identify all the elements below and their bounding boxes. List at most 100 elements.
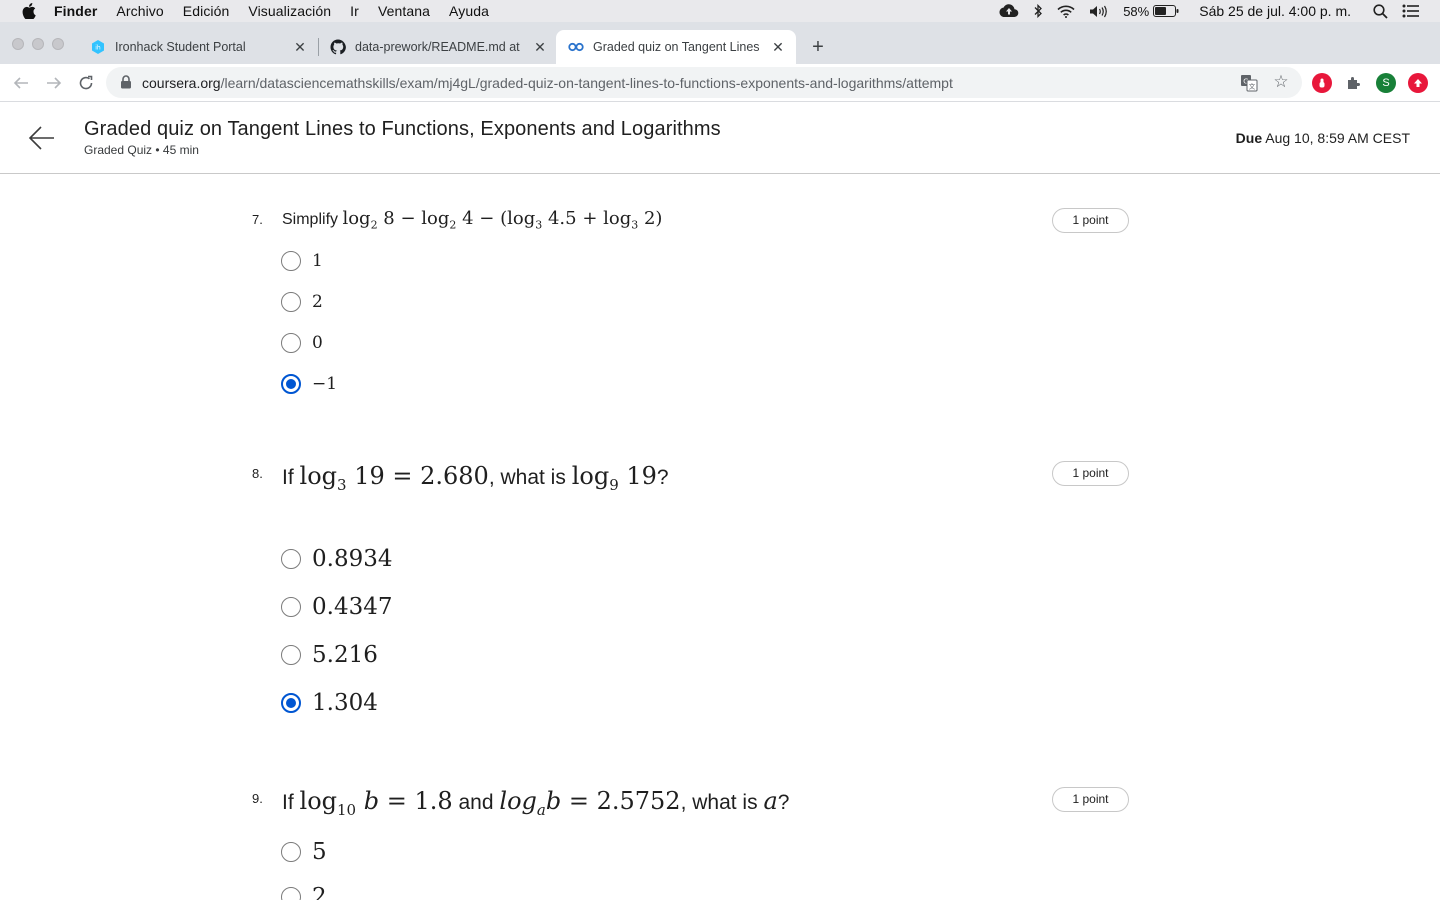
forward-nav-icon[interactable] — [44, 73, 64, 93]
github-favicon-icon — [330, 39, 346, 55]
close-tab-icon[interactable]: ✕ — [292, 39, 308, 55]
option-label: 0.8934 — [312, 546, 393, 572]
question-suffix: ? — [656, 466, 669, 489]
radio-button[interactable] — [281, 597, 301, 617]
due-label: Due — [1235, 130, 1263, 146]
answer-option[interactable]: 2 — [281, 292, 323, 312]
svg-text:ih: ih — [95, 45, 101, 52]
back-arrow-icon[interactable] — [28, 124, 56, 152]
question-text: If log3 19 = 2.680, what is log9 19? — [282, 462, 669, 494]
points-badge: 1 point — [1052, 461, 1129, 486]
radio-button[interactable] — [281, 292, 301, 312]
lock-icon[interactable] — [120, 75, 132, 89]
option-label: 2 — [312, 884, 327, 900]
menu-edicion[interactable]: Edición — [183, 3, 230, 19]
answer-option[interactable]: 0.8934 — [281, 546, 392, 572]
tab-ironhack[interactable]: ih Ironhack Student Portal ✕ — [78, 30, 318, 64]
profile-avatar[interactable]: S — [1376, 73, 1396, 93]
back-nav-icon[interactable] — [11, 73, 31, 93]
quiz-meta: Graded Quiz • 45 min — [84, 143, 199, 157]
question-prefix: If — [282, 466, 300, 489]
answer-option-selected[interactable]: −1 — [281, 374, 337, 394]
battery-icon[interactable] — [1153, 5, 1179, 17]
question-number: 7. — [252, 212, 263, 227]
url-host: coursera.org — [142, 75, 221, 91]
question-math: log3 19 = 2.680 — [299, 462, 489, 494]
question-text: If log10 b = 1.8 and logab = 2.5752, wha… — [282, 787, 789, 819]
question-math: logab = 2.5752 — [499, 787, 681, 819]
clock-datetime[interactable]: Sáb 25 de jul. 4:00 p. m. — [1199, 3, 1351, 19]
answer-option[interactable]: 5.216 — [281, 642, 378, 668]
battery-percent: 58% — [1123, 3, 1150, 19]
tab-coursera-active[interactable]: Graded quiz on Tangent Lines t ✕ — [556, 30, 796, 64]
radio-button[interactable] — [281, 645, 301, 665]
radio-button[interactable] — [281, 887, 301, 900]
translate-icon[interactable]: G文 — [1240, 74, 1258, 92]
menu-app-name[interactable]: Finder — [54, 3, 97, 19]
volume-icon[interactable] — [1089, 5, 1109, 18]
extensions-puzzle-icon[interactable] — [1344, 73, 1364, 93]
apple-menu-icon[interactable] — [20, 2, 38, 20]
wifi-icon[interactable] — [1057, 5, 1075, 18]
radio-button-selected[interactable] — [281, 374, 301, 394]
question-prefix: If — [282, 791, 300, 814]
radio-button[interactable] — [281, 549, 301, 569]
menu-ayuda[interactable]: Ayuda — [449, 3, 489, 19]
tab-title: data-prework/README.md at m — [355, 40, 523, 54]
answer-option[interactable]: 0 — [281, 333, 323, 353]
menu-ir[interactable]: Ir — [350, 3, 359, 19]
browser-toolbar: coursera.org/learn/datasciencemathskills… — [0, 64, 1440, 102]
question-mid: and — [452, 791, 500, 814]
question-number: 8. — [252, 466, 263, 481]
option-label: 5.216 — [312, 642, 378, 668]
option-label: 5 — [312, 839, 327, 865]
answer-option[interactable]: 1 — [281, 251, 323, 271]
points-badge: 1 point — [1052, 208, 1129, 233]
quiz-header: Graded quiz on Tangent Lines to Function… — [0, 102, 1440, 174]
close-tab-icon[interactable]: ✕ — [532, 39, 548, 55]
answer-option-selected[interactable]: 1.304 — [281, 690, 378, 716]
option-label: 0 — [312, 333, 323, 353]
menu-ventana[interactable]: Ventana — [378, 3, 430, 19]
question-number: 9. — [252, 791, 263, 806]
radio-button[interactable] — [281, 333, 301, 353]
page-title: Graded quiz on Tangent Lines to Function… — [84, 118, 721, 140]
question-math: log10 b = 1.8 — [299, 787, 453, 819]
question-mid2: , what is — [680, 791, 764, 814]
question-suffix: ? — [777, 791, 790, 814]
question-mid: , what is — [488, 466, 572, 489]
points-badge: 1 point — [1052, 787, 1129, 812]
spotlight-search-icon[interactable] — [1373, 3, 1388, 19]
option-label: 0.4347 — [312, 594, 393, 620]
close-window-button[interactable] — [12, 38, 24, 50]
new-tab-button[interactable]: + — [808, 37, 828, 57]
bookmark-star-icon[interactable]: ☆ — [1272, 73, 1290, 91]
close-tab-icon[interactable]: ✕ — [770, 39, 786, 55]
address-bar[interactable]: coursera.org/learn/datasciencemathskills… — [106, 67, 1302, 98]
menu-archivo[interactable]: Archivo — [116, 3, 163, 19]
question-text: Simplify log2 8 − log2 4 − (log3 4.5 + l… — [282, 208, 662, 232]
answer-option[interactable]: 0.4347 — [281, 594, 392, 620]
upload-extension-icon[interactable] — [1408, 73, 1428, 93]
radio-button-selected[interactable] — [281, 693, 301, 713]
question-9: 9. If log10 b = 1.8 and logab = 2.5752, … — [0, 770, 1440, 900]
zoom-window-button[interactable] — [52, 38, 64, 50]
notification-center-icon[interactable] — [1402, 4, 1420, 18]
tab-title: Ironhack Student Portal — [115, 40, 246, 54]
question-math: log2 8 − log2 4 − (log3 4.5 + log3 2) — [342, 208, 663, 232]
window-controls — [12, 38, 64, 50]
tab-github[interactable]: data-prework/README.md at m ✕ — [318, 30, 558, 64]
menu-visualizacion[interactable]: Visualización — [248, 3, 331, 19]
answer-option[interactable]: 2 — [281, 884, 327, 900]
bluetooth-icon[interactable] — [1033, 4, 1043, 18]
radio-button[interactable] — [281, 251, 301, 271]
browser-tab-strip: ih Ironhack Student Portal ✕ data-prewor… — [0, 22, 1440, 64]
minimize-window-button[interactable] — [32, 38, 44, 50]
cloud-upload-icon[interactable] — [999, 4, 1019, 18]
answer-option[interactable]: 5 — [281, 839, 327, 865]
reload-icon[interactable] — [76, 73, 96, 93]
radio-button[interactable] — [281, 842, 301, 862]
url-text[interactable]: coursera.org/learn/datasciencemathskills… — [142, 75, 953, 91]
url-path: /learn/datasciencemathskills/exam/mj4gL/… — [220, 75, 953, 91]
adblock-extension-icon[interactable] — [1312, 73, 1332, 93]
